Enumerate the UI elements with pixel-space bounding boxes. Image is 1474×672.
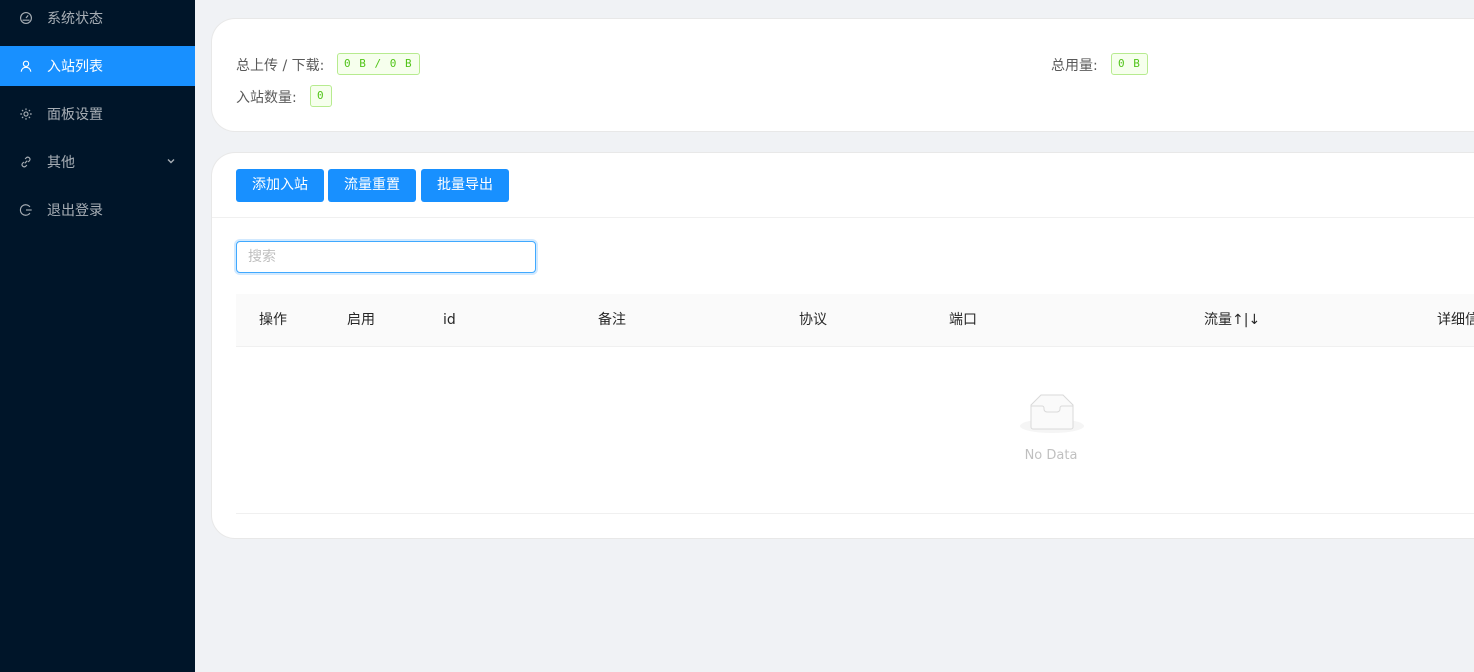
search-input[interactable] <box>236 241 536 273</box>
batch-export-button[interactable]: 批量导出 <box>421 169 509 202</box>
column-header-id: id <box>443 312 456 328</box>
upload-download-tag: 0 B / 0 B <box>337 53 420 75</box>
total-usage-tag: 0 B <box>1111 53 1148 75</box>
sidebar-item-label: 面板设置 <box>47 107 103 123</box>
chevron-down-icon <box>167 159 175 164</box>
reset-traffic-button[interactable]: 流量重置 <box>328 169 416 202</box>
sidebar: 系统状态 入站列表 面板设置 其他 退出登录 <box>0 0 195 672</box>
sidebar-item-system-status[interactable]: 系统状态 <box>0 0 195 38</box>
sidebar-item-label: 入站列表 <box>47 59 103 75</box>
link-icon <box>18 154 34 170</box>
column-header-details: 详细信 <box>1437 312 1474 328</box>
column-header-remark: 备注 <box>598 312 626 328</box>
gear-icon <box>18 106 34 122</box>
sidebar-item-other[interactable]: 其他 <box>0 142 195 182</box>
column-header-actions: 操作 <box>259 312 287 328</box>
sidebar-item-inbound-list[interactable]: 入站列表 <box>0 46 195 86</box>
column-header-enabled: 启用 <box>347 312 375 328</box>
sidebar-item-label: 退出登录 <box>47 203 103 219</box>
inbound-count-tag: 0 <box>310 85 332 107</box>
sidebar-item-panel-settings[interactable]: 面板设置 <box>0 94 195 134</box>
add-inbound-button[interactable]: 添加入站 <box>236 169 324 202</box>
empty-inbox-icon <box>1020 394 1084 433</box>
dashboard-icon <box>18 10 34 26</box>
empty-text: No Data <box>1024 448 1078 463</box>
column-header-traffic-sort[interactable]: 流量↑|↓ <box>1204 294 1260 347</box>
upload-download-label: 总上传 / 下载: <box>236 58 325 74</box>
table-empty-state: No Data <box>236 347 1474 514</box>
column-header-protocol: 协议 <box>799 312 827 328</box>
total-usage-label: 总用量: <box>1051 58 1098 74</box>
column-header-port: 端口 <box>949 312 977 328</box>
toolbar-divider <box>212 217 1474 218</box>
sidebar-item-label: 其他 <box>47 155 75 171</box>
user-icon <box>18 58 34 74</box>
table-header: 操作 启用 id 备注 协议 端口 流量↑|↓ 详细信 <box>236 294 1474 347</box>
inbound-count-label: 入站数量: <box>236 90 297 106</box>
sidebar-item-logout[interactable]: 退出登录 <box>0 190 195 230</box>
inbound-list-card: 添加入站 流量重置 批量导出 操作 启用 id 备注 协议 端口 流量↑|↓ 详… <box>211 152 1474 539</box>
sidebar-item-label: 系统状态 <box>47 11 103 27</box>
logout-icon <box>18 202 34 218</box>
stats-card: 总上传 / 下载: 0 B / 0 B 总用量: 0 B 入站数量: 0 <box>211 18 1474 132</box>
